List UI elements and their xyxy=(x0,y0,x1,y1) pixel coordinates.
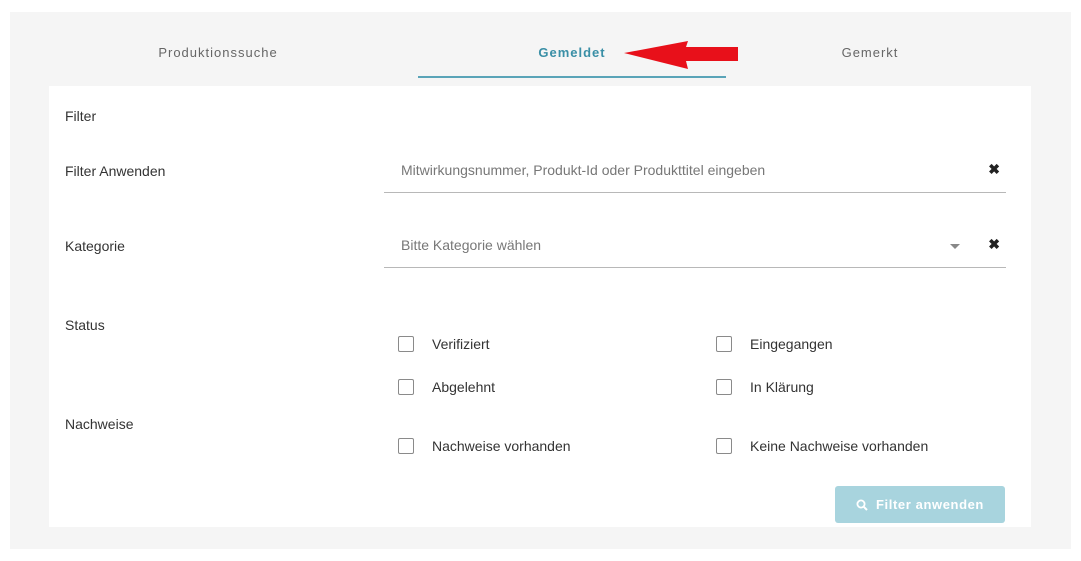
filter-heading: Filter xyxy=(65,108,97,124)
search-placeholder: Mitwirkungsnummer, Produkt-Id oder Produ… xyxy=(401,162,766,178)
nachweise-label: Nachweise xyxy=(65,416,134,432)
checkbox-label: Verifiziert xyxy=(432,336,490,352)
checkbox-box[interactable] xyxy=(716,379,732,395)
checkbox-box[interactable] xyxy=(398,336,414,352)
red-arrow-annotation xyxy=(624,41,738,69)
checkbox-keine-nachweise[interactable]: Keine Nachweise vorhanden xyxy=(716,438,928,454)
search-input[interactable]: Mitwirkungsnummer, Produkt-Id oder Produ… xyxy=(384,156,1006,193)
tab-produktionssuche[interactable]: Produktionssuche xyxy=(128,42,308,68)
checkbox-eingegangen[interactable]: Eingegangen xyxy=(716,336,833,352)
checkbox-box[interactable] xyxy=(716,438,732,454)
active-tab-indicator xyxy=(418,76,726,78)
category-select[interactable]: Bitte Kategorie wählen ✖ xyxy=(384,231,1006,268)
page-panel: Produktionssuche Gemeldet Gemerkt Filter… xyxy=(10,12,1071,549)
apply-filter-label: Filter anwenden xyxy=(876,497,984,512)
checkbox-nachweise-vorhanden[interactable]: Nachweise vorhanden xyxy=(398,438,571,454)
status-label: Status xyxy=(65,317,105,333)
category-label: Kategorie xyxy=(65,238,125,254)
chevron-down-icon[interactable] xyxy=(950,244,960,249)
apply-filter-button[interactable]: Filter anwenden xyxy=(835,486,1005,523)
checkbox-label: Abgelehnt xyxy=(432,379,496,395)
checkbox-verifiziert[interactable]: Verifiziert xyxy=(398,336,490,352)
search-icon xyxy=(856,499,868,511)
tab-bar: Produktionssuche Gemeldet Gemerkt xyxy=(10,12,1071,86)
checkbox-in-klaerung[interactable]: In Klärung xyxy=(716,379,814,395)
filter-card: Filter Filter Anwenden Mitwirkungsnummer… xyxy=(49,86,1031,527)
checkbox-label: Nachweise vorhanden xyxy=(432,438,571,454)
checkbox-label: Eingegangen xyxy=(750,336,833,352)
clear-search-icon[interactable]: ✖ xyxy=(988,161,1000,178)
checkbox-box[interactable] xyxy=(398,379,414,395)
checkbox-box[interactable] xyxy=(716,336,732,352)
filter-apply-label: Filter Anwenden xyxy=(65,163,166,179)
category-placeholder: Bitte Kategorie wählen xyxy=(401,237,542,253)
checkbox-box[interactable] xyxy=(398,438,414,454)
checkbox-abgelehnt[interactable]: Abgelehnt xyxy=(398,379,495,395)
clear-category-icon[interactable]: ✖ xyxy=(988,236,1000,253)
checkbox-label: Keine Nachweise vorhanden xyxy=(750,438,929,454)
tab-gemerkt[interactable]: Gemerkt xyxy=(770,42,970,68)
checkbox-label: In Klärung xyxy=(750,379,814,395)
